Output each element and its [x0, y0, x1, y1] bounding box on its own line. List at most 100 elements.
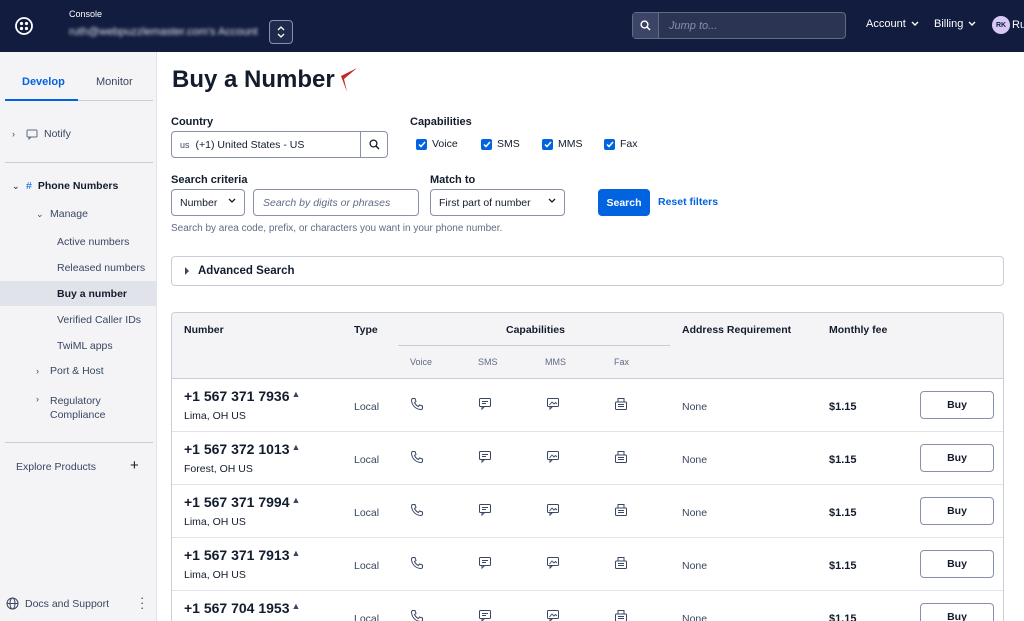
top-navigation-bar: Console ruth@webpuzzlemaster.com's Accou…: [0, 0, 1024, 52]
phone-location: Forest, OH US: [184, 463, 253, 475]
sidebar-tabs: Develop Monitor: [5, 70, 153, 101]
sidebar-item-label: Phone Numbers: [37, 180, 119, 192]
numbers-table: Number Type Capabilities Address Require…: [171, 312, 1004, 621]
address-requirement: None: [682, 454, 708, 466]
twilio-logo-icon[interactable]: [12, 14, 36, 38]
divider: [398, 345, 670, 346]
buy-button[interactable]: Buy: [920, 444, 994, 472]
checkbox-checked-icon: [542, 138, 553, 150]
capability-mms-checkbox[interactable]: MMS: [542, 138, 583, 150]
match-to-select[interactable]: First part of number: [430, 189, 565, 216]
phone-number: +1 567 371 7913 ▲: [184, 547, 300, 563]
buy-button[interactable]: Buy: [920, 550, 994, 578]
phone-number-text: +1 567 371 7994: [184, 494, 290, 510]
phone-location: Lima, OH US: [184, 516, 246, 528]
table-row: +1 567 371 7994 ▲ Lima, OH US Local None $1.1…: [172, 485, 1003, 538]
buy-button[interactable]: Buy: [920, 391, 994, 419]
search-icon: [633, 13, 659, 38]
sms-icon: [478, 397, 492, 411]
jump-to-input[interactable]: [659, 13, 845, 38]
phone-location: Lima, OH US: [184, 569, 246, 581]
sms-icon: [478, 450, 492, 464]
sidebar-item-label: Explore Products: [16, 461, 96, 473]
caret-up-icon: ▲: [291, 601, 301, 611]
account-menu[interactable]: Account: [866, 18, 919, 30]
billing-menu[interactable]: Billing: [934, 18, 976, 30]
sidebar-item-explore-products[interactable]: Explore Products: [16, 461, 96, 473]
sidebar-item-label: Port & Host: [50, 365, 104, 377]
caret-right-icon: [185, 267, 189, 275]
match-to-label: Match to: [430, 174, 476, 186]
sidebar-item-released-numbers[interactable]: Released numbers: [57, 262, 145, 274]
capability-label: SMS: [497, 138, 520, 150]
fax-icon: [614, 609, 628, 621]
checkbox-checked-icon: [604, 138, 615, 150]
country-select[interactable]: us (+1) United States - US: [171, 131, 388, 158]
chevron-down-icon: [911, 21, 919, 26]
header-capabilities: Capabilities: [506, 324, 565, 336]
sidebar-item-manage[interactable]: ⌄ Manage: [36, 208, 88, 220]
account-name[interactable]: ruth@webpuzzlemaster.com's Account: [69, 26, 258, 38]
advanced-search-toggle[interactable]: Advanced Search: [171, 256, 1004, 286]
subheader-mms: MMS: [545, 357, 566, 367]
header-address-requirement: Address Requirement: [682, 324, 792, 336]
tab-monitor[interactable]: Monitor: [96, 76, 133, 88]
checkbox-checked-icon: [481, 138, 492, 150]
table-row: +1 567 371 7936 ▲ Lima, OH US Local None $1.1…: [172, 379, 1003, 432]
sidebar-item-docs-support[interactable]: Docs and Support: [6, 597, 109, 610]
buy-button[interactable]: Buy: [920, 603, 994, 621]
sms-icon: [478, 609, 492, 621]
chat-icon: [26, 129, 38, 140]
plus-icon[interactable]: +: [130, 457, 139, 474]
table-row: +1 567 704 1953 ▲ Local None $1.15 Buy: [172, 591, 1003, 621]
sidebar-item-phone-numbers[interactable]: ⌄ # Phone Numbers: [12, 180, 118, 192]
search-digits-input[interactable]: Search by digits or phrases: [253, 189, 419, 216]
address-requirement: None: [682, 401, 708, 413]
chevron-down-icon: [228, 198, 236, 203]
search-criteria-select[interactable]: Number: [171, 189, 245, 216]
search-help-text: Search by area code, prefix, or characte…: [171, 223, 503, 234]
number-type: Local: [354, 560, 380, 572]
sidebar-item-verified-caller-ids[interactable]: Verified Caller IDs: [57, 314, 141, 326]
chevron-right-icon: ›: [36, 394, 39, 404]
buy-button[interactable]: Buy: [920, 497, 994, 525]
tab-develop[interactable]: Develop: [22, 76, 65, 88]
sidebar-item-port-host[interactable]: › Port & Host: [36, 365, 104, 377]
sidebar-item-buy-a-number[interactable]: Buy a number: [57, 288, 127, 300]
capability-sms-checkbox[interactable]: SMS: [481, 138, 520, 150]
capability-label: Fax: [620, 138, 638, 150]
sidebar-item-regulatory-compliance[interactable]: › Regulatory Compliance: [36, 394, 105, 422]
search-criteria-label: Search criteria: [171, 174, 248, 186]
caret-up-icon: ▲: [291, 389, 301, 399]
search-icon[interactable]: [360, 132, 387, 157]
header-monthly-fee: Monthly fee: [829, 324, 888, 336]
capability-fax-checkbox[interactable]: Fax: [604, 138, 638, 150]
voice-icon: [410, 503, 424, 517]
monthly-fee: $1.15: [829, 560, 857, 572]
country-value: (+1) United States - US: [195, 138, 305, 151]
avatar[interactable]: RK: [992, 16, 1010, 34]
sidebar-item-twiml-apps[interactable]: TwiML apps: [57, 340, 113, 352]
globe-icon: [6, 597, 19, 610]
account-switcher-button[interactable]: [269, 20, 293, 44]
subheader-fax: Fax: [614, 357, 630, 367]
advanced-search-label: Advanced Search: [198, 265, 295, 277]
header-type: Type: [354, 324, 378, 336]
mms-icon: [546, 397, 560, 411]
search-button[interactable]: Search: [598, 189, 650, 216]
capability-voice-checkbox[interactable]: Voice: [416, 138, 458, 150]
reset-filters-button[interactable]: Reset filters: [658, 196, 718, 208]
more-vertical-icon[interactable]: · · ·: [140, 591, 144, 614]
sidebar-item-active-numbers[interactable]: Active numbers: [57, 236, 129, 248]
sidebar-item-label: Compliance: [50, 409, 106, 421]
phone-number: +1 567 704 1953 ▲: [184, 600, 300, 616]
billing-menu-label: Billing: [934, 18, 964, 30]
sidebar-item-notify[interactable]: › Notify: [12, 128, 71, 140]
sidebar-item-label: Manage: [50, 208, 88, 220]
user-name[interactable]: Ru: [1012, 19, 1024, 31]
monthly-fee: $1.15: [829, 401, 857, 413]
mms-icon: [546, 450, 560, 464]
table-row: +1 567 371 7913 ▲ Lima, OH US Local None $1.1…: [172, 538, 1003, 591]
fax-icon: [614, 397, 628, 411]
jump-to-search[interactable]: [632, 12, 846, 39]
